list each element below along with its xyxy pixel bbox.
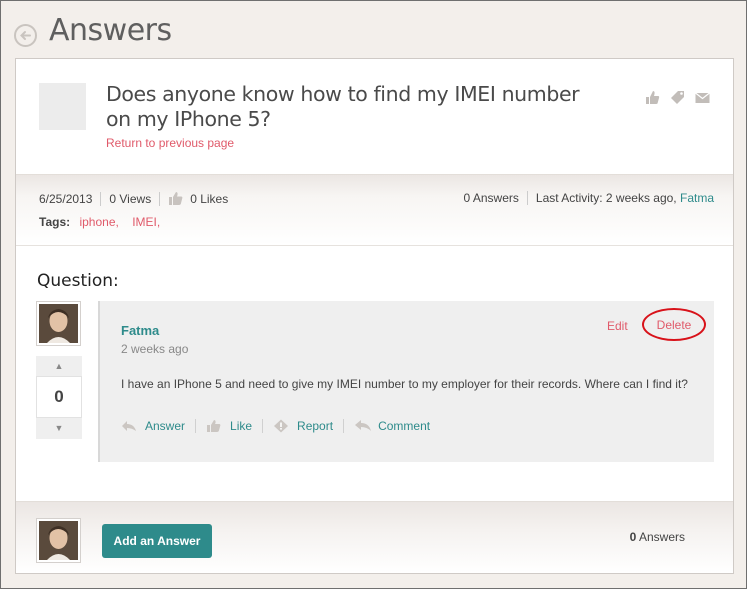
report-icon — [273, 419, 291, 433]
vote-up-button[interactable]: ▲ — [36, 356, 82, 376]
question-thumbnail — [39, 83, 86, 130]
divider — [262, 419, 264, 433]
last-activity-user[interactable]: Fatma — [680, 191, 714, 205]
vote-widget: ▲ 0 ▼ — [36, 356, 82, 439]
avatar — [36, 301, 81, 346]
answer-count-number: 0 — [629, 530, 637, 544]
like-icon — [206, 419, 224, 433]
answer-action[interactable]: Answer — [121, 419, 185, 433]
post-author[interactable]: Fatma — [121, 323, 159, 338]
tags-label: Tags: — [39, 215, 71, 229]
vote-down-button[interactable]: ▼ — [36, 418, 82, 438]
question-actions — [644, 89, 711, 106]
return-link[interactable]: Return to previous page — [106, 136, 234, 150]
post-time: 2 weeks ago — [121, 342, 189, 356]
question-title: Does anyone know how to find my IMEI num… — [106, 82, 580, 131]
top-bar: Answers — [1, 1, 746, 57]
answer-count-word: Answers — [638, 530, 685, 544]
thumbs-up-icon[interactable] — [644, 89, 661, 106]
divider — [100, 191, 102, 206]
likes-count: 0 Likes — [190, 191, 229, 206]
like-action[interactable]: Like — [206, 419, 252, 433]
post-actions: Answer Like Report Comment — [121, 419, 430, 433]
post-body: I have an IPhone 5 and need to give my I… — [121, 377, 688, 391]
tag-imei[interactable]: IMEI, — [132, 215, 160, 229]
add-answer-button[interactable]: Add an Answer — [102, 524, 212, 558]
comment-icon — [354, 419, 372, 433]
question-post: Fatma 2 weeks ago Edit Delete I have an … — [98, 301, 714, 462]
reply-icon — [121, 419, 139, 433]
divider — [343, 419, 345, 433]
delete-label: Delete — [656, 317, 692, 332]
answer-footer: Add an Answer 0 Answers — [16, 501, 733, 573]
footer-answer-count: 0 Answers — [630, 530, 685, 544]
comment-action[interactable]: Comment — [354, 419, 430, 433]
back-arrow-icon — [19, 29, 32, 42]
post-date: 6/25/2013 — [39, 191, 93, 206]
report-action[interactable]: Report — [273, 419, 333, 433]
tag-icon[interactable] — [669, 89, 686, 106]
envelope-icon[interactable] — [694, 89, 711, 106]
tag-iphone[interactable]: iphone, — [79, 215, 118, 229]
delete-link[interactable]: Delete — [642, 308, 706, 341]
vote-count: 0 — [36, 376, 82, 418]
meta-activity: 0 Answers Last Activity: 2 weeks ago, Fa… — [464, 191, 714, 205]
divider — [526, 191, 528, 205]
section-label: Question: — [37, 271, 119, 291]
meta-stats: 6/25/2013 0 Views 0 Likes — [39, 191, 228, 206]
back-button[interactable] — [14, 24, 37, 47]
question-panel: Does anyone know how to find my IMEI num… — [15, 58, 734, 574]
page-title: Answers — [49, 13, 172, 48]
views-count: 0 Views — [109, 191, 152, 206]
tags-row: Tags: iphone, IMEI, — [39, 215, 160, 229]
question-header: Does anyone know how to find my IMEI num… — [16, 59, 733, 173]
answers-count: 0 Answers — [463, 191, 519, 205]
like-icon[interactable] — [168, 191, 184, 206]
edit-link[interactable]: Edit — [607, 319, 628, 333]
last-activity-label: Last Activity: 2 weeks ago, — [535, 191, 677, 205]
question-meta: 6/25/2013 0 Views 0 Likes 0 Answers Last… — [16, 174, 733, 246]
divider — [159, 191, 161, 206]
divider — [195, 419, 197, 433]
avatar — [36, 518, 81, 563]
